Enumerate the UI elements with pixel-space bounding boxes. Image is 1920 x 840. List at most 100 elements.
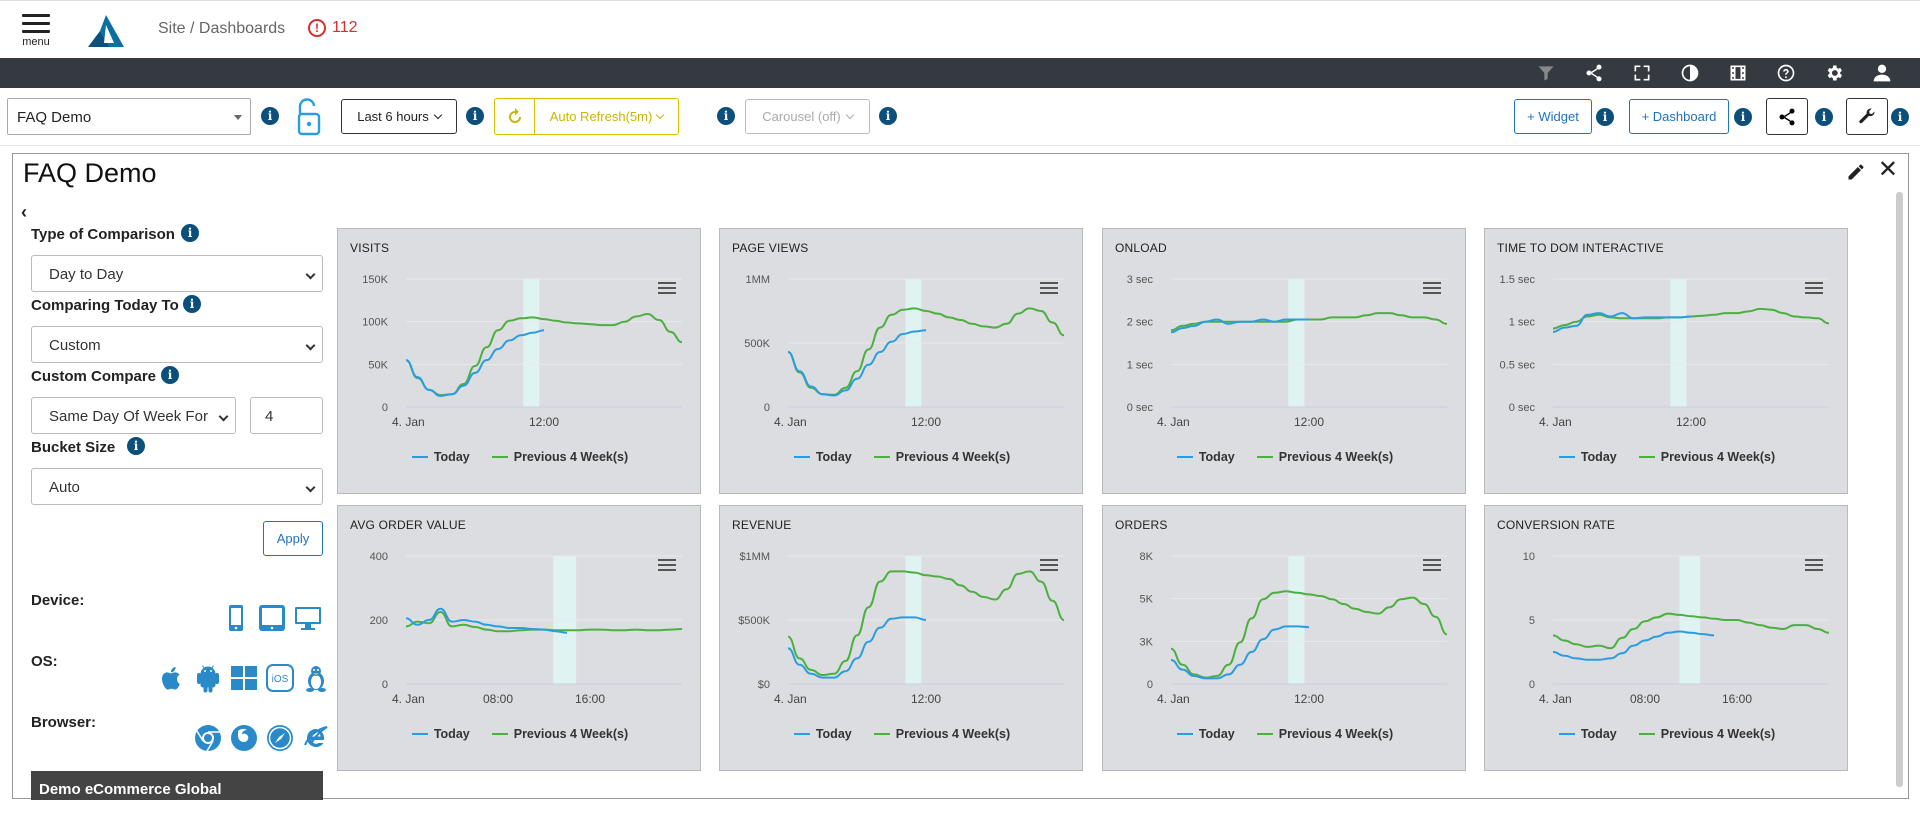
legend-item-today[interactable]: Today [1176, 727, 1235, 741]
legend-item-previous[interactable]: Previous 4 Week(s) [873, 450, 1010, 464]
widget-visits[interactable]: VISITS 150K 100K 50K 0 4. Jan 12:00 Today Previo… [337, 228, 701, 494]
alerts-indicator[interactable]: ! 112 [308, 19, 358, 37]
ie-icon[interactable] [301, 723, 331, 753]
legend-item-previous[interactable]: Previous 4 Week(s) [1256, 727, 1394, 741]
windows-icon[interactable] [229, 663, 259, 693]
info-icon[interactable]: i [1815, 108, 1833, 126]
widget-time-to-dom-interactive[interactable]: TIME TO DOM INTERACTIVE 1.5 sec 1 sec 0.5 s… [1484, 228, 1848, 494]
info-icon[interactable]: i [261, 107, 279, 125]
legend-item-previous[interactable]: Previous 4 Week(s) [1638, 727, 1775, 741]
legend-item-today[interactable]: Today [1176, 450, 1235, 464]
widget-orders[interactable]: ORDERS 8K 5K 3K 0 4. Jan 12:00 Today Previous 4 … [1102, 505, 1466, 771]
contrast-icon[interactable] [1666, 58, 1714, 88]
add-widget-label: + Widget [1527, 109, 1579, 124]
unlock-icon[interactable] [294, 98, 324, 136]
custom-compare-select[interactable]: Same Day Of Week For [31, 397, 236, 434]
auto-refresh-dropdown[interactable]: Auto Refresh(5m) [535, 99, 678, 134]
edit-tools-button[interactable] [1846, 98, 1888, 135]
legend-item-previous[interactable]: Previous 4 Week(s) [491, 450, 628, 464]
series-line-previous[interactable] [405, 312, 683, 397]
brand-logo-icon[interactable] [86, 13, 126, 49]
custom-compare-weeks-input[interactable]: 4 [250, 397, 323, 434]
add-widget-button[interactable]: + Widget [1514, 99, 1592, 134]
tablet-icon[interactable] [257, 603, 287, 633]
collapse-sidebar-icon[interactable]: ‹ [21, 202, 27, 223]
legend-swatch [873, 456, 890, 458]
android-icon[interactable] [193, 663, 223, 693]
widget-page-views[interactable]: PAGE VIEWS 1MM 500K 0 4. Jan 12:00 Today Previo… [719, 228, 1083, 494]
widget-revenue[interactable]: REVENUE $1MM $500K $0 4. Jan 12:00 Today Previo… [719, 505, 1083, 771]
legend-item-previous[interactable]: Previous 4 Week(s) [1256, 450, 1393, 464]
comparing-today-to-select[interactable]: Custom [31, 326, 323, 363]
series-line-today[interactable] [787, 329, 927, 397]
series-line-previous[interactable] [1552, 307, 1830, 330]
film-icon[interactable] [1714, 58, 1762, 88]
auto-refresh-button[interactable]: Auto Refresh(5m) [494, 98, 679, 135]
legend-item-today[interactable]: Today [793, 450, 852, 464]
desktop-icon[interactable] [293, 603, 323, 633]
site-summary-header[interactable]: Demo eCommerce Global [31, 771, 323, 800]
help-icon[interactable] [1762, 58, 1810, 88]
close-icon[interactable]: ✕ [1878, 158, 1898, 182]
share-dashboard-button[interactable] [1766, 98, 1808, 135]
info-icon[interactable]: i [183, 295, 201, 313]
info-icon[interactable]: i [879, 107, 897, 125]
legend-item-today[interactable]: Today [1558, 450, 1617, 464]
custom-compare-label: Custom Compare [31, 368, 157, 385]
carousel-button[interactable]: Carousel (off) [745, 99, 870, 134]
legend-item-today[interactable]: Today [793, 727, 852, 741]
share-icon[interactable] [1570, 58, 1618, 88]
panel-scrollbar[interactable] [1896, 192, 1903, 787]
time-range-button[interactable]: Last 6 hours [341, 99, 457, 134]
widget-avg-order-value[interactable]: AVG ORDER VALUE 400 200 0 4. Jan 08:00 16:00 To… [337, 505, 701, 771]
chevron-down-icon [305, 482, 316, 493]
series-line-previous[interactable] [405, 610, 683, 633]
phone-icon[interactable] [221, 603, 251, 633]
user-icon[interactable] [1858, 58, 1906, 88]
bucket-size-select[interactable]: Auto [31, 468, 323, 505]
gear-icon[interactable] [1810, 58, 1858, 88]
dashboard-select[interactable]: FAQ Demo [7, 98, 251, 135]
widget-conversion-rate[interactable]: CONVERSION RATE 10 5 0 4. Jan 08:00 16:00 Today… [1484, 505, 1848, 771]
y-tick-label: 50K [368, 359, 388, 371]
linux-icon[interactable] [301, 663, 331, 693]
info-icon[interactable]: i [1891, 108, 1909, 126]
info-icon[interactable]: i [127, 437, 145, 455]
refresh-icon[interactable] [495, 99, 535, 134]
apple-icon[interactable] [157, 663, 187, 693]
hamburger-icon-line [22, 30, 50, 33]
chrome-icon[interactable] [193, 723, 223, 753]
menu-button[interactable]: menu [18, 11, 54, 55]
add-dashboard-button[interactable]: + Dashboard [1629, 99, 1729, 134]
info-icon[interactable]: i [717, 107, 735, 125]
ios-icon[interactable]: iOS [265, 663, 295, 693]
firefox-icon[interactable] [229, 723, 259, 753]
legend-item-previous[interactable]: Previous 4 Week(s) [1638, 450, 1775, 464]
info-icon[interactable]: i [181, 224, 199, 242]
info-icon[interactable]: i [466, 107, 484, 125]
pencil-icon[interactable] [1846, 162, 1866, 182]
device-label: Device: [31, 592, 85, 609]
fullscreen-icon[interactable] [1618, 58, 1666, 88]
info-icon[interactable]: i [1596, 108, 1614, 126]
type-of-comparison-select[interactable]: Day to Day [31, 255, 323, 292]
y-tick-label: 10 [1523, 551, 1535, 563]
legend-item-previous[interactable]: Previous 4 Week(s) [491, 727, 628, 741]
device-filter-icons [221, 603, 323, 633]
info-icon[interactable]: i [1734, 108, 1752, 126]
legend-item-today[interactable]: Today [411, 727, 470, 741]
series-line-previous[interactable] [787, 307, 1065, 396]
legend-item-today[interactable]: Today [411, 450, 470, 464]
series-line-today[interactable] [405, 329, 545, 397]
breadcrumb[interactable]: Site / Dashboards [158, 20, 285, 38]
series-line-previous[interactable] [1170, 590, 1448, 679]
widget-onload[interactable]: ONLOAD 3 sec 2 sec 1 sec 0 sec 4. Jan 12:00 Tod… [1102, 228, 1466, 494]
legend-item-previous[interactable]: Previous 4 Week(s) [873, 727, 1010, 741]
series-line-previous[interactable] [787, 570, 1065, 677]
filter-icon[interactable] [1522, 58, 1570, 88]
safari-icon[interactable] [265, 723, 295, 753]
apply-button[interactable]: Apply [263, 521, 323, 556]
legend-item-today[interactable]: Today [1558, 727, 1617, 741]
info-icon[interactable]: i [161, 366, 179, 384]
legend-label: Previous 4 Week(s) [1278, 727, 1394, 741]
